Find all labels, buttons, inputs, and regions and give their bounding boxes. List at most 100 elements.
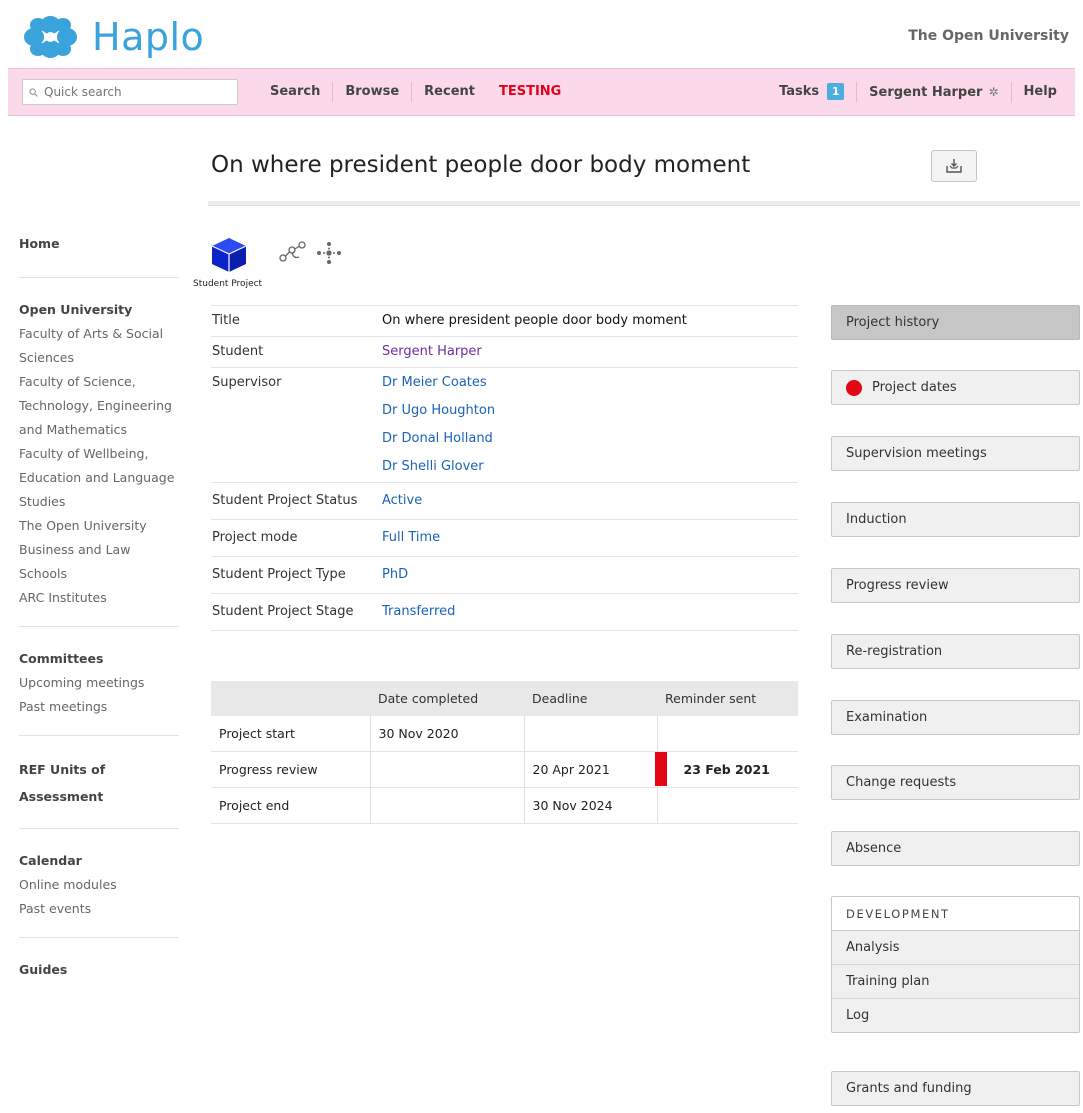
project-title-value: On where president people door body mome… [382, 313, 687, 328]
status-link[interactable]: Active [382, 484, 797, 518]
nav-user-menu[interactable]: Sergent Harper ✲ [857, 81, 1012, 103]
alert-dot-icon [846, 379, 862, 396]
attribute-row-title: Title On where president people door bod… [211, 305, 798, 337]
supervisor-link[interactable]: Dr Meier Coates [382, 369, 797, 397]
nav-tasks[interactable]: Tasks 1 [767, 82, 858, 102]
attribute-value: Full Time [381, 520, 798, 557]
export-button[interactable] [931, 150, 977, 182]
sidebar-guides[interactable]: Guides [19, 958, 179, 982]
project-dates-button[interactable]: Project dates [831, 370, 1080, 405]
user-nav: Tasks 1 Sergent Harper ✲ Help [767, 69, 1069, 115]
nav-browse[interactable]: Browse [333, 82, 413, 102]
change-requests-button[interactable]: Change requests [831, 765, 1080, 800]
attribute-row-supervisor: Supervisor Dr Meier Coates Dr Ugo Hought… [211, 367, 798, 483]
reminder-date: 23 Feb 2021 [683, 762, 770, 777]
sidebar-item-business-law[interactable]: The Open University Business and Law Sch… [19, 514, 179, 586]
type-link[interactable]: PhD [382, 558, 797, 592]
haplo-flower-icon [24, 16, 77, 58]
induction-button[interactable]: Induction [831, 502, 1080, 537]
quick-search-input[interactable] [42, 84, 226, 100]
attribute-label: Project mode [212, 530, 298, 545]
nav-recent[interactable]: Recent [412, 82, 487, 102]
attribute-row-student: Student Sergent Harper [211, 336, 798, 368]
stage-link[interactable]: Transferred [382, 595, 797, 629]
tasks-count-badge: 1 [827, 83, 845, 100]
development-item-log[interactable]: Log [832, 999, 1079, 1032]
development-item-training-plan[interactable]: Training plan [832, 965, 1079, 999]
sidebar-item-faculty-arts[interactable]: Faculty of Arts & Social Sciences [19, 322, 179, 370]
sidebar-divider [19, 626, 179, 627]
supervision-meetings-button[interactable]: Supervision meetings [831, 436, 1080, 471]
re-registration-button[interactable]: Re-registration [831, 634, 1080, 669]
date-deadline [523, 716, 657, 752]
tasks-label: Tasks [779, 84, 820, 99]
date-name: Project start [211, 716, 370, 752]
development-menu: DEVELOPMENT Analysis Training plan Log [831, 896, 1080, 1033]
project-dates-table: Date completed Deadline Reminder sent Pr… [211, 681, 798, 824]
cube-icon [211, 238, 247, 272]
sidebar-divider [19, 937, 179, 938]
tray-download-icon [946, 159, 962, 173]
development-item-analysis[interactable]: Analysis [832, 931, 1079, 965]
overdue-flag [654, 752, 667, 786]
left-sidebar: Home Open University Faculty of Arts & S… [19, 232, 179, 982]
main-nav: Search Browse Recent TESTING [258, 69, 573, 115]
attribute-value: On where president people door body mome… [381, 306, 798, 337]
absence-button[interactable]: Absence [831, 831, 1080, 866]
sidebar-item-upcoming-meetings[interactable]: Upcoming meetings [19, 671, 179, 695]
sidebar-item-past-meetings[interactable]: Past meetings [19, 695, 179, 719]
grants-and-funding-button[interactable]: Grants and funding [831, 1071, 1080, 1106]
nav-search[interactable]: Search [258, 82, 334, 102]
attribute-value: Dr Meier Coates Dr Ugo Houghton Dr Donal… [381, 368, 798, 483]
attribute-row-mode: Project mode Full Time [211, 519, 798, 557]
date-reminder [656, 716, 798, 752]
sidebar-item-arc-institutes[interactable]: ARC Institutes [19, 586, 179, 610]
top-navbar: Search Browse Recent TESTING Tasks 1 Serg… [8, 68, 1075, 116]
supervisor-link[interactable]: Dr Ugo Houghton [382, 397, 797, 425]
attribute-value: PhD [381, 557, 798, 594]
table-row: Project start 30 Nov 2020 [211, 716, 798, 752]
sidebar-open-university[interactable]: Open University [19, 298, 179, 322]
gear-icon: ✲ [988, 84, 999, 99]
record-type-label: Student Project [193, 279, 263, 289]
attribute-value: Transferred [381, 594, 798, 631]
sidebar-divider [19, 277, 179, 278]
development-heading: DEVELOPMENT [832, 897, 1079, 931]
supervisor-link[interactable]: Dr Shelli Glover [382, 453, 797, 481]
table-header-row: Date completed Deadline Reminder sent [211, 681, 798, 716]
sidebar-item-faculty-wellbeing[interactable]: Faculty of Wellbeing, Education and Lang… [19, 442, 179, 514]
sidebar-item-faculty-stem[interactable]: Faculty of Science, Technology, Engineer… [19, 370, 179, 442]
attribute-row-type: Student Project Type PhD [211, 556, 798, 594]
attribute-label: Title [212, 313, 240, 328]
examination-button[interactable]: Examination [831, 700, 1080, 735]
attribute-value: Active [381, 483, 798, 520]
sidebar-committees[interactable]: Committees [19, 647, 179, 671]
date-reminder [656, 787, 798, 824]
quick-search-box[interactable] [22, 79, 238, 105]
organization-name: The Open University [908, 28, 1069, 44]
date-name: Progress review [211, 751, 370, 788]
network-links-icon[interactable] [278, 241, 308, 263]
sidebar-ref-units[interactable]: REF Units of Assessment [19, 756, 129, 810]
nav-testing[interactable]: TESTING [487, 82, 573, 102]
date-deadline: 20 Apr 2021 [523, 751, 657, 788]
sidebar-item-online-modules[interactable]: Online modules [19, 873, 179, 897]
relationship-map-icon[interactable] [316, 241, 342, 265]
nav-help[interactable]: Help [1012, 82, 1069, 102]
record-tools [278, 241, 342, 265]
project-dates-label: Project dates [872, 380, 957, 395]
mode-link[interactable]: Full Time [382, 521, 797, 555]
project-history-button[interactable]: Project history [831, 305, 1080, 340]
sidebar-item-past-events[interactable]: Past events [19, 897, 179, 921]
date-completed [369, 751, 524, 788]
date-deadline: 30 Nov 2024 [523, 787, 657, 824]
attribute-label: Student Project Type [212, 567, 346, 582]
sidebar-calendar[interactable]: Calendar [19, 849, 179, 873]
sidebar-home[interactable]: Home [19, 232, 179, 256]
student-link[interactable]: Sergent Harper [382, 338, 797, 366]
progress-review-button[interactable]: Progress review [831, 568, 1080, 603]
haplo-logo[interactable]: Haplo [23, 15, 204, 59]
user-name: Sergent Harper [869, 84, 983, 100]
supervisor-link[interactable]: Dr Donal Holland [382, 425, 797, 453]
attribute-row-status: Student Project Status Active [211, 482, 798, 520]
